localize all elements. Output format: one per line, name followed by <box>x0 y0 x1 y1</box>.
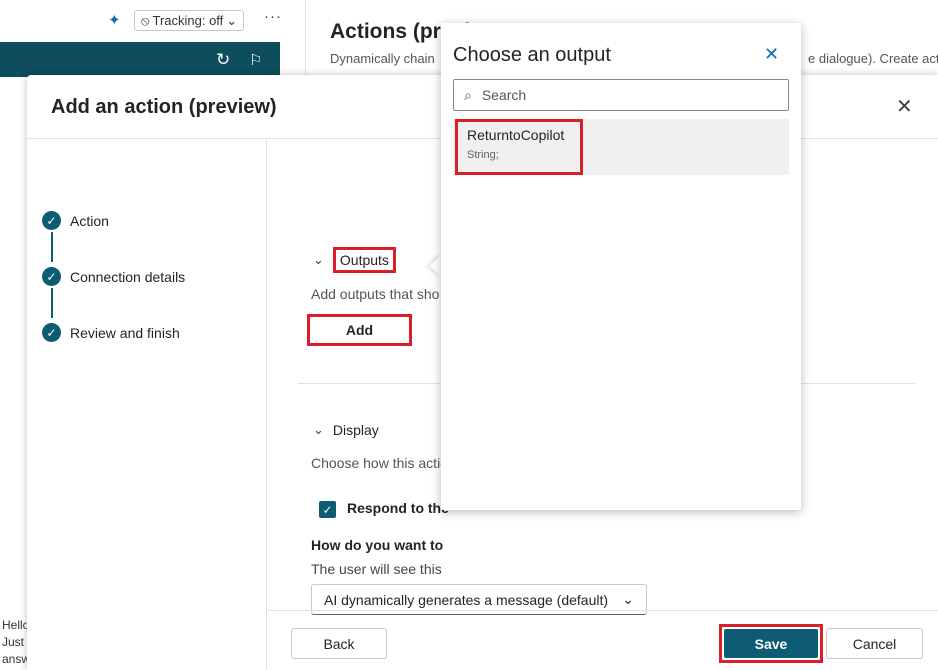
step-action[interactable]: ✓ Action <box>42 211 109 230</box>
chat-preview: Hello Just answ <box>2 617 30 668</box>
page-description-right: e dialogue). Create act <box>808 51 938 66</box>
flag-icon[interactable]: ⚐ <box>249 51 262 69</box>
chat-line: Just <box>2 635 25 649</box>
message-question: How do you want to <box>311 537 444 553</box>
refresh-icon[interactable]: ↻ <box>216 50 230 70</box>
test-pane-header <box>0 42 280 77</box>
step-connector <box>51 288 53 318</box>
add-output-button[interactable]: Add <box>307 314 412 346</box>
search-icon: ⌕ <box>464 86 472 103</box>
save-highlight: Save <box>719 624 823 663</box>
flyout-title: Choose an output <box>453 44 611 66</box>
cancel-button[interactable]: Cancel <box>826 628 923 659</box>
back-button[interactable]: Back <box>291 628 387 659</box>
check-icon: ✓ <box>42 323 61 342</box>
chevron-down-icon: ⌄ <box>622 591 634 607</box>
close-icon[interactable]: ✕ <box>896 94 913 119</box>
wizard-stepper: ✓ Action ✓ Connection details ✓ Review a… <box>27 139 267 670</box>
save-button[interactable]: Save <box>724 629 818 658</box>
tracking-dropdown[interactable]: ⦸ Tracking: off ⌄ <box>134 10 245 31</box>
sparkle-icon[interactable]: ✦ <box>108 11 121 29</box>
outputs-description: Add outputs that sho <box>311 286 440 302</box>
chevron-down-icon: ⌄ <box>313 252 324 267</box>
output-search[interactable]: ⌕ <box>453 79 789 111</box>
outputs-section-toggle[interactable]: ⌄ Outputs <box>313 247 396 273</box>
outputs-heading: Outputs <box>332 247 396 273</box>
dialog-footer: Back Save Cancel <box>268 610 938 670</box>
output-item-highlight: ReturntoCopilot String; <box>455 119 583 175</box>
chat-line: answ <box>2 652 31 666</box>
chat-line: Hello <box>2 618 30 632</box>
message-help: The user will see this <box>311 561 442 577</box>
step-connector <box>51 232 53 262</box>
page-description: Dynamically chain <box>330 51 435 66</box>
output-list-item[interactable]: ReturntoCopilot String; <box>453 119 789 175</box>
check-icon: ✓ <box>42 211 61 230</box>
output-name: ReturntoCopilot <box>467 127 565 143</box>
step-review-finish[interactable]: ✓ Review and finish <box>42 323 180 342</box>
output-type: String; <box>467 149 499 161</box>
respond-checkbox[interactable]: ✓ <box>319 501 336 518</box>
tracking-off-icon: ⦸ <box>141 13 150 28</box>
close-icon[interactable]: ✕ <box>764 44 779 65</box>
display-section-toggle[interactable]: ⌄ Display <box>313 422 379 438</box>
chevron-down-icon: ⌄ <box>226 13 238 28</box>
step-connection-details[interactable]: ✓ Connection details <box>42 267 185 286</box>
dialog-title: Add an action (preview) <box>51 96 277 118</box>
step-label: Connection details <box>70 268 186 285</box>
chevron-down-icon: ⌄ <box>313 422 324 437</box>
check-icon: ✓ <box>322 502 333 517</box>
step-label: Review and finish <box>70 324 180 341</box>
display-heading: Display <box>332 422 379 438</box>
select-value: AI dynamically generates a message (defa… <box>324 591 609 608</box>
check-icon: ✓ <box>42 267 61 286</box>
display-description: Choose how this actio <box>311 455 448 471</box>
search-input[interactable] <box>479 86 760 104</box>
choose-output-flyout: Choose an output ✕ ⌕ ReturntoCopilot Str… <box>441 23 801 510</box>
tracking-label: Tracking: off <box>152 13 224 28</box>
respond-checkbox-label: Respond to the <box>347 500 449 516</box>
step-label: Action <box>70 212 109 229</box>
top-toolbar: ✦ ⦸ Tracking: off ⌄ ··· <box>0 0 305 40</box>
more-icon[interactable]: ··· <box>264 8 282 25</box>
